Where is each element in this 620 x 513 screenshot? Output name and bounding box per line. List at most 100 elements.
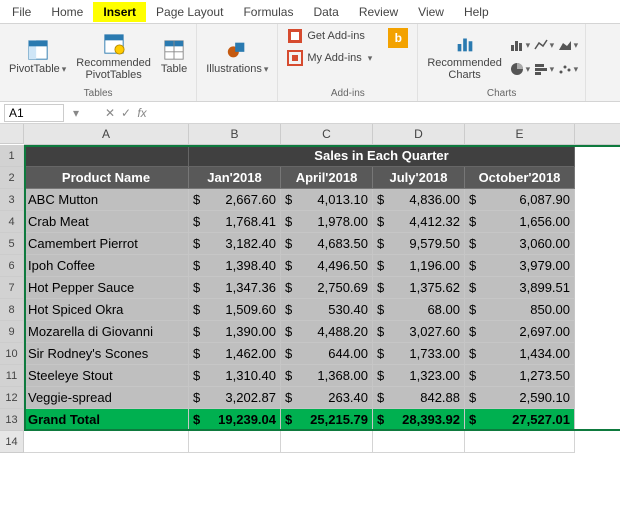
cell-A1[interactable] — [24, 145, 189, 167]
value-cell[interactable]: $1,398.40 — [189, 255, 281, 277]
value-cell[interactable]: $3,202.87 — [189, 387, 281, 409]
menu-view[interactable]: View — [408, 2, 454, 22]
row-header-14[interactable]: 14 — [0, 431, 23, 453]
row-header-8[interactable]: 8 — [0, 299, 23, 321]
value-cell[interactable]: $1,390.00 — [189, 321, 281, 343]
menu-help[interactable]: Help — [454, 2, 499, 22]
row-header-11[interactable]: 11 — [0, 365, 23, 387]
menu-data[interactable]: Data — [303, 2, 348, 22]
cell-D14[interactable] — [373, 431, 465, 453]
row-header-7[interactable]: 7 — [0, 277, 23, 299]
value-cell[interactable]: $3,060.00 — [465, 233, 575, 255]
menu-formulas[interactable]: Formulas — [233, 2, 303, 22]
value-cell[interactable]: $850.00 — [465, 299, 575, 321]
row-header-4[interactable]: 4 — [0, 211, 23, 233]
menu-page-layout[interactable]: Page Layout — [146, 2, 233, 22]
value-cell[interactable]: $6,087.90 — [465, 189, 575, 211]
cell-A14[interactable] — [24, 431, 189, 453]
col-header-c[interactable]: C — [281, 124, 373, 144]
value-cell[interactable]: $1,462.00 — [189, 343, 281, 365]
value-cell[interactable]: $68.00 — [373, 299, 465, 321]
row-header-5[interactable]: 5 — [0, 233, 23, 255]
my-addins-button[interactable]: My Add-ins — [284, 48, 375, 68]
header-product-name[interactable]: Product Name — [24, 167, 189, 189]
value-cell[interactable]: $2,697.00 — [465, 321, 575, 343]
header-april[interactable]: April'2018 — [281, 167, 373, 189]
pivottable-button[interactable]: PivotTable — [6, 37, 69, 77]
line-chart-button[interactable] — [533, 34, 555, 56]
value-cell[interactable]: $1,196.00 — [373, 255, 465, 277]
product-name-cell[interactable]: Camembert Pierrot — [24, 233, 189, 255]
grand-total-april[interactable]: $25,215.79 — [281, 409, 373, 431]
select-all-corner[interactable] — [0, 124, 24, 144]
product-name-cell[interactable]: Steeleye Stout — [24, 365, 189, 387]
column-chart-button[interactable] — [509, 34, 531, 56]
value-cell[interactable]: $1,509.60 — [189, 299, 281, 321]
formula-input[interactable] — [150, 105, 620, 121]
cell-E14[interactable] — [465, 431, 575, 453]
value-cell[interactable]: $842.88 — [373, 387, 465, 409]
value-cell[interactable]: $4,683.50 — [281, 233, 373, 255]
menu-review[interactable]: Review — [349, 2, 408, 22]
row-header-9[interactable]: 9 — [0, 321, 23, 343]
menu-file[interactable]: File — [2, 2, 41, 22]
product-name-cell[interactable]: Veggie-spread — [24, 387, 189, 409]
row-header-13[interactable]: 13 — [0, 409, 23, 431]
col-header-a[interactable]: A — [24, 124, 189, 144]
value-cell[interactable]: $1,375.62 — [373, 277, 465, 299]
bar-chart-button[interactable] — [533, 58, 555, 80]
value-cell[interactable]: $1,768.41 — [189, 211, 281, 233]
grand-total-october[interactable]: $27,527.01 — [465, 409, 575, 431]
value-cell[interactable]: $3,027.60 — [373, 321, 465, 343]
product-name-cell[interactable]: ABC Mutton — [24, 189, 189, 211]
header-october[interactable]: October'2018 — [465, 167, 575, 189]
value-cell[interactable]: $9,579.50 — [373, 233, 465, 255]
table-title[interactable]: Sales in Each Quarter — [189, 145, 575, 167]
product-name-cell[interactable]: Ipoh Coffee — [24, 255, 189, 277]
row-header-12[interactable]: 12 — [0, 387, 23, 409]
scatter-chart-button[interactable] — [557, 58, 579, 80]
fx-icon[interactable]: fx — [134, 106, 150, 120]
product-name-cell[interactable]: Sir Rodney's Scones — [24, 343, 189, 365]
value-cell[interactable]: $1,733.00 — [373, 343, 465, 365]
row-header-10[interactable]: 10 — [0, 343, 23, 365]
illustrations-button[interactable]: Illustrations — [203, 37, 271, 77]
value-cell[interactable]: $1,273.50 — [465, 365, 575, 387]
value-cell[interactable]: $1,368.00 — [281, 365, 373, 387]
cell-C14[interactable] — [281, 431, 373, 453]
name-box[interactable] — [4, 104, 64, 122]
header-july[interactable]: July'2018 — [373, 167, 465, 189]
pie-chart-button[interactable] — [509, 58, 531, 80]
value-cell[interactable]: $1,323.00 — [373, 365, 465, 387]
name-box-dropdown[interactable]: ▾ — [68, 106, 84, 120]
value-cell[interactable]: $4,836.00 — [373, 189, 465, 211]
header-jan[interactable]: Jan'2018 — [189, 167, 281, 189]
col-header-d[interactable]: D — [373, 124, 465, 144]
product-name-cell[interactable]: Mozarella di Giovanni — [24, 321, 189, 343]
area-chart-button[interactable] — [557, 34, 579, 56]
value-cell[interactable]: $1,978.00 — [281, 211, 373, 233]
row-header-3[interactable]: 3 — [0, 189, 23, 211]
cells-area[interactable]: Sales in Each Quarter Product Name Jan'2… — [24, 145, 620, 453]
value-cell[interactable]: $1,310.40 — [189, 365, 281, 387]
product-name-cell[interactable]: Crab Meat — [24, 211, 189, 233]
grand-total-label[interactable]: Grand Total — [24, 409, 189, 431]
get-addins-button[interactable]: Get Add-ins — [284, 26, 375, 46]
value-cell[interactable]: $1,347.36 — [189, 277, 281, 299]
grand-total-july[interactable]: $28,393.92 — [373, 409, 465, 431]
value-cell[interactable]: $4,412.32 — [373, 211, 465, 233]
value-cell[interactable]: $2,750.69 — [281, 277, 373, 299]
cell-B14[interactable] — [189, 431, 281, 453]
value-cell[interactable]: $644.00 — [281, 343, 373, 365]
menu-home[interactable]: Home — [41, 2, 93, 22]
product-name-cell[interactable]: Hot Spiced Okra — [24, 299, 189, 321]
value-cell[interactable]: $4,488.20 — [281, 321, 373, 343]
menu-insert[interactable]: Insert — [93, 2, 146, 22]
grand-total-jan[interactable]: $19,239.04 — [189, 409, 281, 431]
recommended-charts-button[interactable]: RecommendedCharts — [424, 31, 505, 83]
value-cell[interactable]: $2,590.10 — [465, 387, 575, 409]
value-cell[interactable]: $3,182.40 — [189, 233, 281, 255]
value-cell[interactable]: $2,667.60 — [189, 189, 281, 211]
value-cell[interactable]: $3,979.00 — [465, 255, 575, 277]
col-header-e[interactable]: E — [465, 124, 575, 144]
